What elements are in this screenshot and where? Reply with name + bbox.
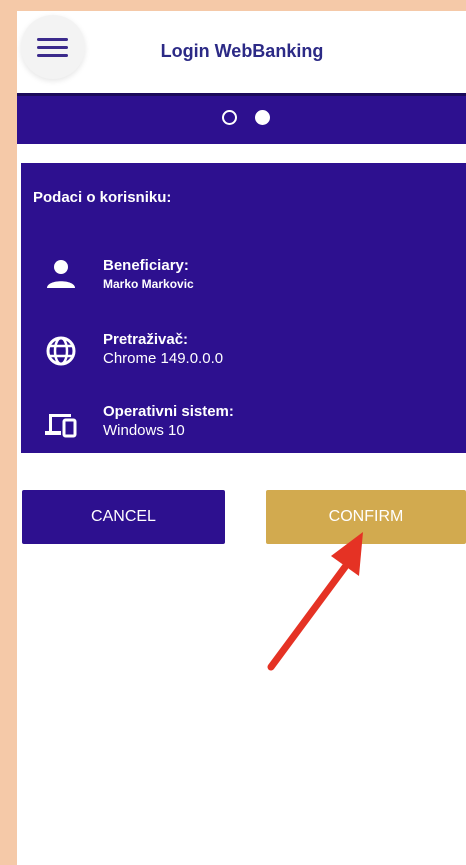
browser-label: Pretraživač: (103, 331, 189, 348)
os-label: Operativni sistem: (103, 403, 234, 420)
os-value: Windows 10 (103, 422, 185, 439)
os-row: Operativni sistem: Windows 10 (21, 403, 466, 451)
confirm-button[interactable]: CONFIRM (266, 490, 466, 544)
beneficiary-label: Beneficiary: (103, 257, 189, 274)
app-screen: Login WebBanking Podaci o korisniku: Ben… (17, 11, 466, 865)
devices-icon (45, 414, 77, 438)
browser-row: Pretraživač: Chrome 149.0.0.0 (21, 331, 466, 379)
beneficiary-value: Marko Markovic (103, 277, 194, 291)
globe-icon (46, 336, 76, 366)
beneficiary-row: Beneficiary: Marko Markovic (21, 257, 466, 305)
user-info-heading: Podaci o korisniku: (33, 189, 172, 206)
user-info-card: Podaci o korisniku: Beneficiary: Marko M… (21, 163, 466, 453)
page-title: Login WebBanking (160, 41, 324, 61)
app-bar: Login WebBanking (17, 11, 466, 93)
person-icon (47, 260, 75, 288)
step-dot-2-active (255, 110, 270, 125)
hamburger-menu-icon (37, 38, 68, 41)
menu-button[interactable] (21, 15, 85, 79)
browser-value: Chrome 149.0.0.0 (103, 350, 224, 367)
step-indicator (17, 93, 466, 144)
cancel-button[interactable]: CANCEL (22, 490, 225, 544)
step-dot-1 (222, 110, 237, 125)
